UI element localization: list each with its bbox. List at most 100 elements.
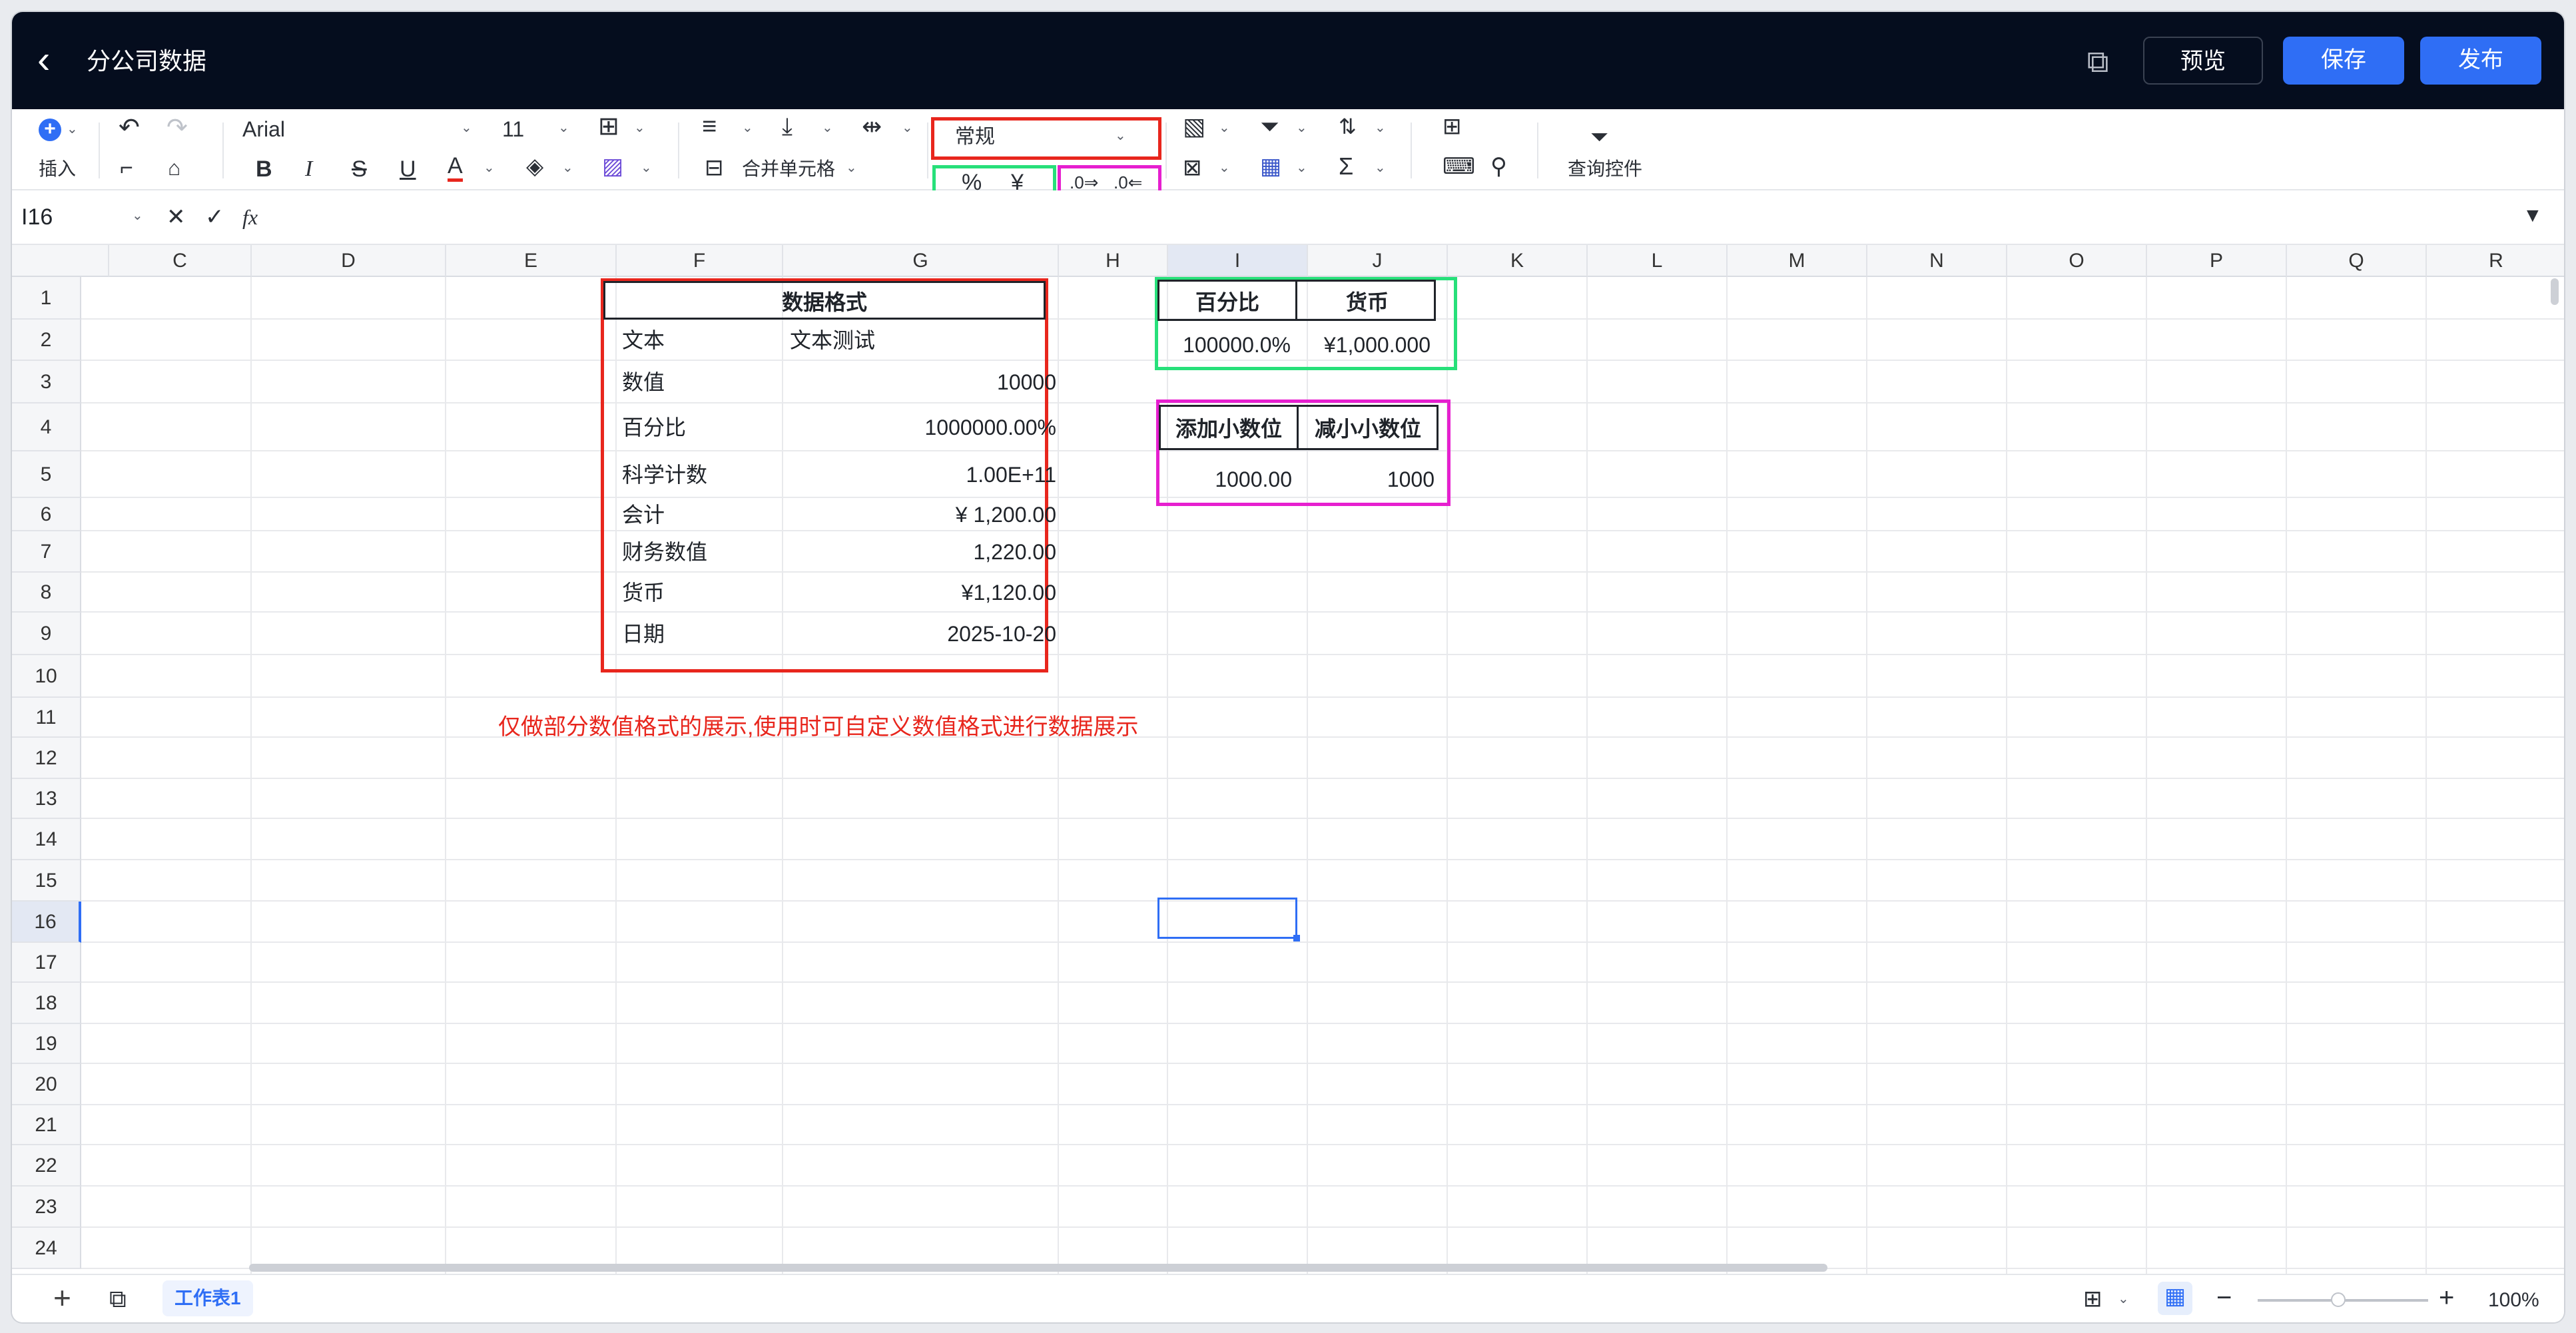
data-validation-icon[interactable]: ⊠ — [1183, 153, 1202, 182]
row-header-21[interactable]: 21 — [12, 1105, 81, 1145]
row-header-4[interactable]: 4 — [12, 403, 81, 451]
sheet-list-icon[interactable]: ⧉ — [109, 1284, 127, 1314]
sum-dropdown-icon[interactable]: ⌄ — [1375, 153, 1386, 182]
zoom-in-icon[interactable]: + — [2439, 1283, 2454, 1312]
font-size-select[interactable]: 11 — [502, 115, 524, 144]
fill-color-dropdown-icon[interactable]: ⌄ — [562, 153, 573, 182]
filter-icon[interactable]: ⏷ — [1260, 112, 1279, 141]
percent-value[interactable]: 100000.0% — [1157, 333, 1291, 357]
horizontal-align-dropdown-icon[interactable]: ⌄ — [742, 113, 753, 142]
insert-plus-icon[interactable]: + — [39, 119, 61, 141]
column-header-I[interactable]: I — [1168, 245, 1308, 277]
cell-reference-dropdown-icon[interactable]: ⌄ — [132, 201, 143, 230]
horizontal-scrollbar[interactable] — [249, 1264, 1827, 1272]
vertical-align-dropdown-icon[interactable]: ⌄ — [822, 113, 833, 142]
format-value-cell[interactable]: 1000000.00% — [783, 403, 1056, 451]
confirm-edit-icon[interactable]: ✓ — [205, 202, 224, 232]
text-wrap-dropdown-icon[interactable]: ⌄ — [902, 113, 913, 142]
formula-input[interactable] — [285, 200, 2509, 234]
redo-icon[interactable]: ↷ — [166, 113, 188, 142]
column-header-H[interactable]: H — [1059, 245, 1168, 277]
sort-icon[interactable]: ⇅ — [1339, 112, 1357, 141]
query-filter-icon[interactable]: ⏷ — [1590, 123, 1608, 152]
row-header-23[interactable]: 23 — [12, 1187, 81, 1228]
column-header-N[interactable]: N — [1867, 245, 2007, 277]
column-header-L[interactable]: L — [1588, 245, 1728, 277]
font-family-select[interactable]: Arial — [242, 115, 285, 144]
filter-dropdown-icon[interactable]: ⌄ — [1296, 113, 1307, 142]
format-label-cell[interactable]: 数值 — [622, 361, 665, 403]
column-header-O[interactable]: O — [2007, 245, 2147, 277]
horizontal-align-icon[interactable]: ≡ — [702, 112, 717, 141]
sum-icon[interactable]: Σ — [1339, 152, 1353, 181]
query-control-label[interactable]: 查询控件 — [1568, 154, 1642, 184]
number-format-dropdown-icon[interactable]: ⌄ — [1115, 121, 1126, 150]
row-header-12[interactable]: 12 — [12, 738, 81, 779]
row-header-19[interactable]: 19 — [12, 1024, 81, 1064]
bold-icon[interactable]: B — [256, 154, 272, 184]
fill-handle[interactable] — [1293, 935, 1300, 941]
row-header-13[interactable]: 13 — [12, 779, 81, 819]
row-header-15[interactable]: 15 — [12, 860, 81, 902]
selected-cell-I16[interactable] — [1157, 898, 1297, 939]
zoom-slider-thumb[interactable] — [2331, 1292, 2346, 1307]
row-header-22[interactable]: 22 — [12, 1145, 81, 1187]
format-value-cell[interactable]: 1.00E+11 — [783, 451, 1056, 498]
add-decimal-value[interactable]: 1000.00 — [1159, 466, 1292, 493]
format-value-cell[interactable]: ¥ 1,200.00 — [783, 498, 1056, 531]
expand-formula-icon[interactable]: ▼ — [2523, 201, 2543, 230]
cell-reference-box[interactable]: I16 — [21, 202, 53, 232]
data-validation-dropdown-icon[interactable]: ⌄ — [1219, 153, 1230, 182]
format-label-cell[interactable]: 会计 — [622, 498, 665, 531]
row-header-17[interactable]: 17 — [12, 943, 81, 983]
format-label-cell[interactable]: 财务数值 — [622, 531, 707, 573]
template-icon[interactable]: ⧉ — [2078, 41, 2118, 81]
select-all-corner[interactable] — [12, 245, 109, 277]
fill-color-icon[interactable]: ◈ — [526, 152, 543, 181]
format-value-cell[interactable]: 2025-10-20 — [783, 613, 1056, 655]
column-header-M[interactable]: M — [1728, 245, 1867, 277]
strikethrough-icon[interactable]: S — [352, 154, 367, 184]
number-format-select[interactable]: 常规 — [955, 123, 995, 152]
border-dropdown-icon[interactable]: ⌄ — [634, 113, 645, 142]
column-header-K[interactable]: K — [1448, 245, 1588, 277]
grid-view-icon[interactable]: ▦ — [2158, 1282, 2192, 1315]
merge-cells-label[interactable]: 合并单元格 — [742, 154, 835, 184]
view-mode-icon[interactable]: ⊞ — [2083, 1284, 2102, 1314]
row-header-18[interactable]: 18 — [12, 983, 81, 1024]
conditional-format-icon[interactable]: ▧ — [1183, 112, 1205, 141]
undo-icon[interactable]: ↶ — [119, 113, 140, 142]
view-mode-dropdown-icon[interactable]: ⌄ — [2118, 1284, 2129, 1314]
border-style-icon[interactable]: ▨ — [602, 152, 623, 181]
font-size-dropdown-icon[interactable]: ⌄ — [558, 113, 569, 142]
format-value-cell[interactable]: 1,220.00 — [783, 531, 1056, 573]
row-header-7[interactable]: 7 — [12, 531, 81, 573]
font-color-icon[interactable]: A — [448, 153, 463, 182]
column-header-D[interactable]: D — [252, 245, 446, 277]
sheet-grid[interactable]: CDEFGHIJKLMNOPQR 1 2 3 4 5 6 7 8 9 10 11 12 13 14 15 16… — [12, 245, 2564, 1274]
zoom-out-icon[interactable]: − — [2216, 1283, 2232, 1312]
format-label-cell[interactable]: 日期 — [622, 613, 665, 655]
underline-icon[interactable]: U — [400, 154, 416, 184]
column-header-P[interactable]: P — [2147, 245, 2287, 277]
note-text[interactable]: 仅做部分数值格式的展示,使用时可自定义数值格式进行数据展示 — [498, 712, 1138, 742]
row-header-20[interactable]: 20 — [12, 1064, 81, 1105]
row-header-24[interactable]: 24 — [12, 1228, 81, 1269]
save-button[interactable]: 保存 — [2283, 37, 2404, 85]
row-header-16[interactable]: 16 — [12, 902, 81, 943]
border-style-dropdown-icon[interactable]: ⌄ — [641, 153, 652, 182]
format-value-cell[interactable]: 文本测试 — [790, 320, 875, 361]
font-family-dropdown-icon[interactable]: ⌄ — [461, 113, 472, 142]
table-style-icon[interactable]: ▦ — [1260, 152, 1281, 181]
preview-button[interactable]: 预览 — [2143, 37, 2263, 85]
sort-dropdown-icon[interactable]: ⌄ — [1375, 113, 1386, 142]
font-color-dropdown-icon[interactable]: ⌄ — [483, 153, 495, 182]
vertical-align-icon[interactable]: ⤓ — [782, 112, 793, 141]
column-header-E[interactable]: E — [446, 245, 617, 277]
table-style-dropdown-icon[interactable]: ⌄ — [1296, 153, 1307, 182]
conditional-format-dropdown-icon[interactable]: ⌄ — [1219, 113, 1230, 142]
column-header-R[interactable]: R — [2427, 245, 2564, 277]
sheet-tab[interactable]: 工作表1 — [162, 1280, 253, 1316]
format-painter-icon[interactable]: ⌐ — [120, 153, 133, 182]
column-header-C[interactable]: C — [109, 245, 252, 277]
